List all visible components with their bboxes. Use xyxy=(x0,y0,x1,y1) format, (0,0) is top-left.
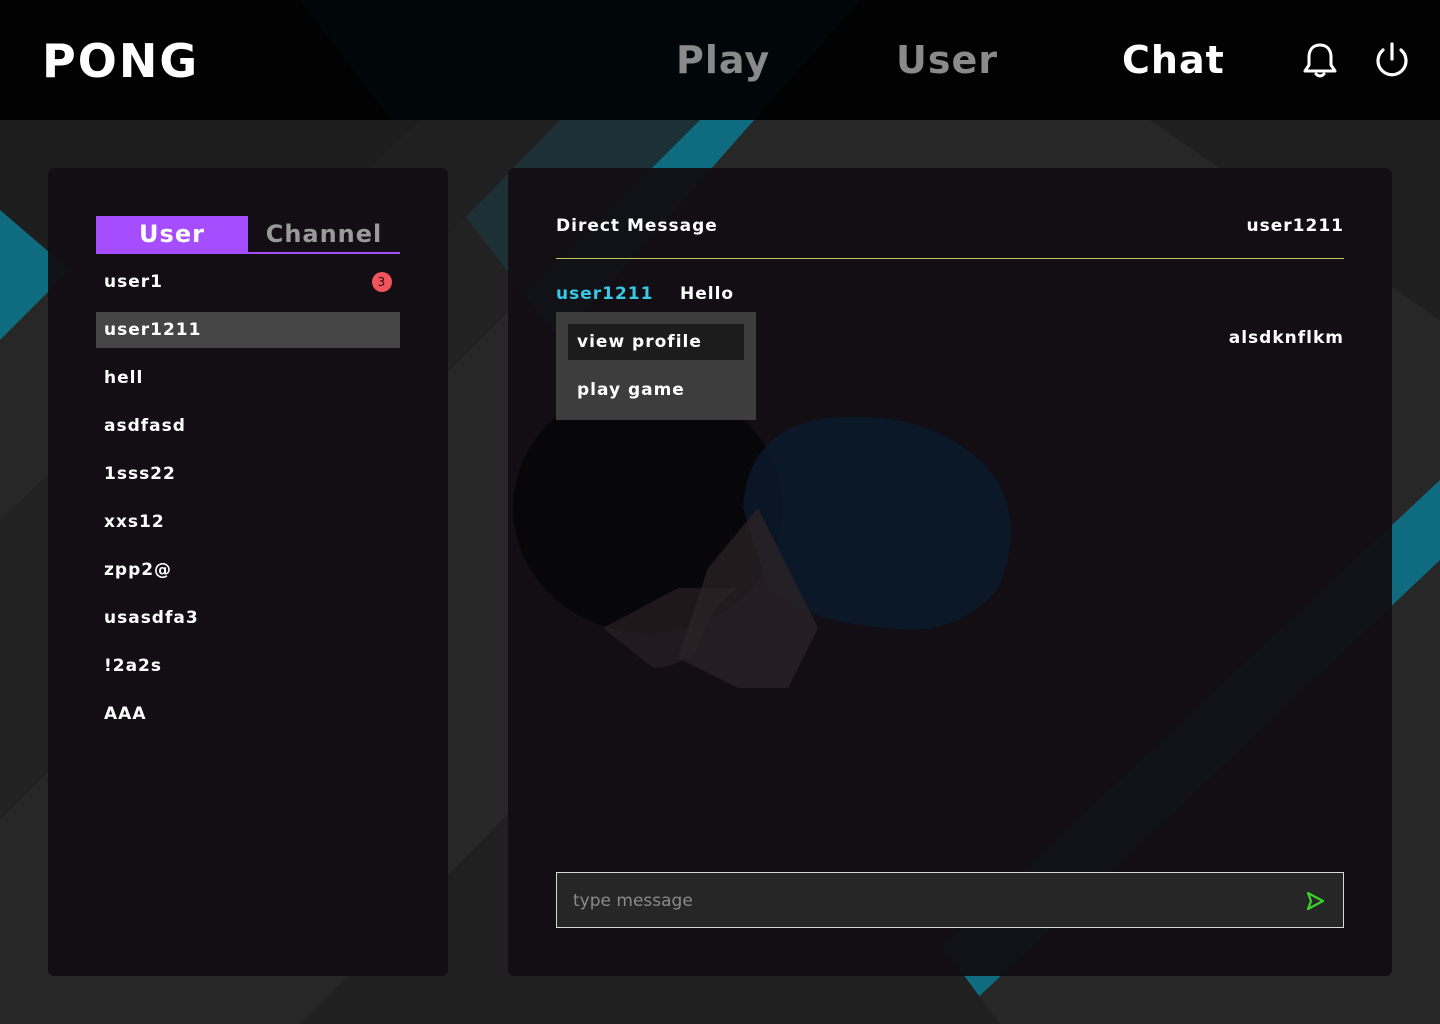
user-list: user1 3 user1211 hell asdfasd 1sss22 xxs… xyxy=(96,264,400,744)
user-name: AAA xyxy=(104,704,147,724)
conversation-list-panel: User Channel user1 3 user1211 hell asdfa… xyxy=(48,168,448,976)
list-item[interactable]: user1211 xyxy=(96,312,400,348)
send-icon[interactable] xyxy=(1303,889,1327,913)
nav-user[interactable]: User xyxy=(896,38,998,82)
bell-icon[interactable] xyxy=(1300,40,1340,80)
nav-chat[interactable]: Chat xyxy=(1122,38,1225,82)
list-item[interactable]: user1 3 xyxy=(96,264,400,300)
message-composer xyxy=(556,872,1344,929)
list-item[interactable]: AAA xyxy=(96,696,400,732)
message-text-outgoing: alsdknflkm xyxy=(1228,328,1344,348)
list-item[interactable]: 1sss22 xyxy=(96,456,400,492)
list-item[interactable]: hell xyxy=(96,360,400,396)
list-item[interactable]: usasdfa3 xyxy=(96,600,400,636)
tab-user[interactable]: User xyxy=(96,216,248,252)
chat-divider xyxy=(556,258,1344,259)
user-name: hell xyxy=(104,368,144,388)
list-item[interactable]: asdfasd xyxy=(96,408,400,444)
tab-channel[interactable]: Channel xyxy=(248,216,400,252)
user-name: user1211 xyxy=(104,320,202,340)
message-text: Hello xyxy=(680,284,735,304)
unread-badge: 3 xyxy=(372,272,392,292)
user-name: usasdfa3 xyxy=(104,608,199,628)
user-name: 1sss22 xyxy=(104,464,176,484)
chat-panel: Direct Message user1211 user1211 Hello a… xyxy=(508,168,1392,976)
nav-play[interactable]: Play xyxy=(676,38,770,82)
chat-target-user: user1211 xyxy=(1246,216,1344,236)
message-sender[interactable]: user1211 xyxy=(556,284,653,304)
user-name: zpp2@ xyxy=(104,560,173,580)
app-logo[interactable]: PONG xyxy=(42,34,199,88)
play-game-menu-item[interactable]: play game xyxy=(568,372,744,408)
power-icon[interactable] xyxy=(1372,40,1412,80)
user-name: xxs12 xyxy=(104,512,165,532)
user-name: !2a2s xyxy=(104,656,163,676)
list-item[interactable]: !2a2s xyxy=(96,648,400,684)
chat-title: Direct Message xyxy=(556,216,718,236)
user-name: asdfasd xyxy=(104,416,186,436)
list-tabs: User Channel xyxy=(96,216,400,254)
user-name: user1 xyxy=(104,272,163,292)
user-context-menu: view profile play game xyxy=(556,312,756,420)
list-item[interactable]: xxs12 xyxy=(96,504,400,540)
top-nav-bar: PONG Play User Chat xyxy=(0,0,1440,120)
list-item[interactable]: zpp2@ xyxy=(96,552,400,588)
message-input[interactable] xyxy=(571,873,1275,929)
view-profile-menu-item[interactable]: view profile xyxy=(568,324,744,360)
